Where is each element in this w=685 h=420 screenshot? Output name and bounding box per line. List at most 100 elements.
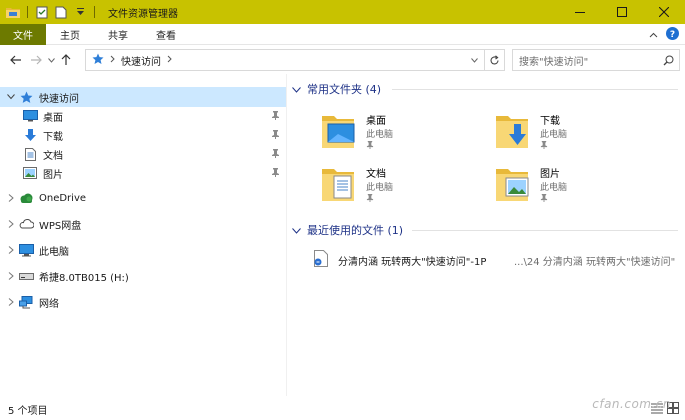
section-title: 最近使用的文件 (1) xyxy=(307,224,404,237)
address-history-icon[interactable] xyxy=(471,55,478,66)
nav-item-downloads[interactable]: 下载 xyxy=(0,125,286,145)
document-icon xyxy=(22,147,38,161)
watermark: cfan.com.cn xyxy=(592,397,671,411)
minimize-button[interactable] xyxy=(559,0,601,24)
divider xyxy=(27,6,28,18)
frequent-folders-header[interactable]: 常用文件夹 (4) xyxy=(292,80,381,98)
pictures-folder-icon xyxy=(494,163,530,203)
nav-item-this-pc[interactable]: 此电脑 xyxy=(0,240,286,260)
address-bar[interactable]: 快速访问 xyxy=(85,49,505,71)
wps-cloud-icon xyxy=(18,217,34,231)
properties-icon[interactable] xyxy=(35,5,49,19)
nav-label: 此电脑 xyxy=(39,246,69,258)
pin-icon[interactable] xyxy=(271,110,280,123)
documents-folder-icon xyxy=(320,163,356,203)
tab-file[interactable]: 文件 xyxy=(0,23,46,45)
nav-label: 希捷8.0TB015 (H:) xyxy=(39,272,129,284)
nav-label: WPS网盘 xyxy=(39,220,82,232)
usb-drive-icon xyxy=(18,269,34,283)
tab-share[interactable]: 共享 xyxy=(94,24,142,45)
nav-item-quick-access[interactable]: 快速访问 xyxy=(0,87,286,107)
tile-location: 此电脑 xyxy=(540,183,568,193)
tile-location: 此电脑 xyxy=(366,183,394,193)
pin-icon[interactable] xyxy=(540,193,548,205)
folder-tile-documents[interactable]: 文档 此电脑 xyxy=(320,163,490,213)
nav-item-onedrive[interactable]: OneDrive xyxy=(0,188,286,208)
network-icon xyxy=(18,295,34,309)
tab-home[interactable]: 主页 xyxy=(46,24,94,45)
up-button[interactable] xyxy=(56,50,76,70)
nav-label: 图片 xyxy=(43,169,63,181)
expand-chevron-icon[interactable] xyxy=(4,298,18,306)
help-icon[interactable]: ? xyxy=(666,27,679,43)
search-box[interactable]: 搜索"快速访问" xyxy=(512,49,680,71)
tile-location: 此电脑 xyxy=(366,130,394,140)
nav-label: 快速访问 xyxy=(39,93,79,105)
section-title: 常用文件夹 (4) xyxy=(307,83,382,96)
pin-icon[interactable] xyxy=(540,140,548,152)
folder-app-icon xyxy=(6,5,20,19)
status-bar: 5 个项目 xyxy=(0,398,685,420)
breadcrumb-quick-access[interactable]: 快速访问 xyxy=(121,53,161,68)
back-button[interactable] xyxy=(6,50,26,70)
quick-access-star-icon xyxy=(92,53,104,68)
pin-icon[interactable] xyxy=(271,167,280,180)
document-file-icon xyxy=(314,250,328,270)
collapse-chevron-icon[interactable] xyxy=(292,224,301,237)
navigation-bar: 快速访问 搜索"快速访问" xyxy=(0,46,685,74)
nav-item-pictures[interactable]: 图片 xyxy=(0,163,286,183)
recent-locations-button[interactable] xyxy=(46,50,56,70)
navigation-pane: 快速访问 桌面 下载 文档 图片 OneDrive WPS网盘 此电脑 希捷8.… xyxy=(0,84,286,396)
breadcrumb-chevron-icon[interactable] xyxy=(110,55,115,66)
pane-divider[interactable] xyxy=(286,74,287,396)
recent-file-name: 分清内涵 玩转两大"快速访问"-1P xyxy=(338,256,487,268)
expand-chevron-icon[interactable] xyxy=(4,220,18,228)
close-button[interactable] xyxy=(643,0,685,24)
desktop-icon xyxy=(22,109,38,123)
pin-icon[interactable] xyxy=(366,140,374,152)
downloads-folder-icon xyxy=(494,110,530,150)
folder-tile-downloads[interactable]: 下载 此电脑 xyxy=(494,110,664,160)
window-title: 文件资源管理器 xyxy=(108,8,178,20)
tab-view[interactable]: 查看 xyxy=(142,24,190,45)
folder-tile-pictures[interactable]: 图片 此电脑 xyxy=(494,163,664,213)
customize-quick-access-icon[interactable] xyxy=(73,5,87,19)
tile-location: 此电脑 xyxy=(540,130,568,140)
pin-icon[interactable] xyxy=(271,148,280,161)
nav-label: OneDrive xyxy=(39,192,87,204)
svg-text:?: ? xyxy=(670,30,675,40)
new-folder-icon[interactable] xyxy=(54,5,68,19)
recent-files-header[interactable]: 最近使用的文件 (1) xyxy=(292,221,403,239)
item-count: 5 个项目 xyxy=(8,405,48,417)
desktop-folder-icon xyxy=(320,110,356,150)
nav-item-desktop[interactable]: 桌面 xyxy=(0,106,286,126)
recent-file-path: ...\24 分清内涵 玩转两大"快速访问" xyxy=(514,256,676,268)
search-input[interactable]: 搜索"快速访问" xyxy=(519,53,657,68)
folder-tile-desktop[interactable]: 桌面 此电脑 xyxy=(320,110,490,160)
tile-name: 图片 xyxy=(540,169,560,180)
search-icon[interactable] xyxy=(657,55,679,66)
nav-item-external-drive[interactable]: 希捷8.0TB015 (H:) xyxy=(0,266,286,286)
expand-chevron-icon[interactable] xyxy=(4,246,18,254)
expand-chevron-icon[interactable] xyxy=(4,194,18,202)
expand-ribbon-icon[interactable] xyxy=(649,30,658,41)
nav-label: 下载 xyxy=(43,131,63,143)
refresh-button[interactable] xyxy=(484,50,504,70)
divider xyxy=(94,6,95,18)
nav-item-documents[interactable]: 文档 xyxy=(0,144,286,164)
pin-icon[interactable] xyxy=(366,193,374,205)
computer-icon xyxy=(18,243,34,257)
breadcrumb-chevron-icon[interactable] xyxy=(167,55,172,66)
nav-item-wps-cloud[interactable]: WPS网盘 xyxy=(0,214,286,234)
forward-button[interactable] xyxy=(26,50,46,70)
expand-chevron-icon[interactable] xyxy=(4,272,18,280)
nav-label: 桌面 xyxy=(43,112,63,124)
pin-icon[interactable] xyxy=(271,129,280,142)
quick-access-star-icon xyxy=(18,90,34,104)
recent-file-row[interactable]: 分清内涵 玩转两大"快速访问"-1P ...\24 分清内涵 玩转两大"快速访问… xyxy=(314,250,684,270)
nav-item-network[interactable]: 网络 xyxy=(0,292,286,312)
collapse-chevron-icon[interactable] xyxy=(4,94,18,100)
collapse-chevron-icon[interactable] xyxy=(292,83,301,96)
maximize-button[interactable] xyxy=(601,0,643,24)
ribbon-tabs: 文件 主页 共享 查看 ? xyxy=(0,23,685,45)
